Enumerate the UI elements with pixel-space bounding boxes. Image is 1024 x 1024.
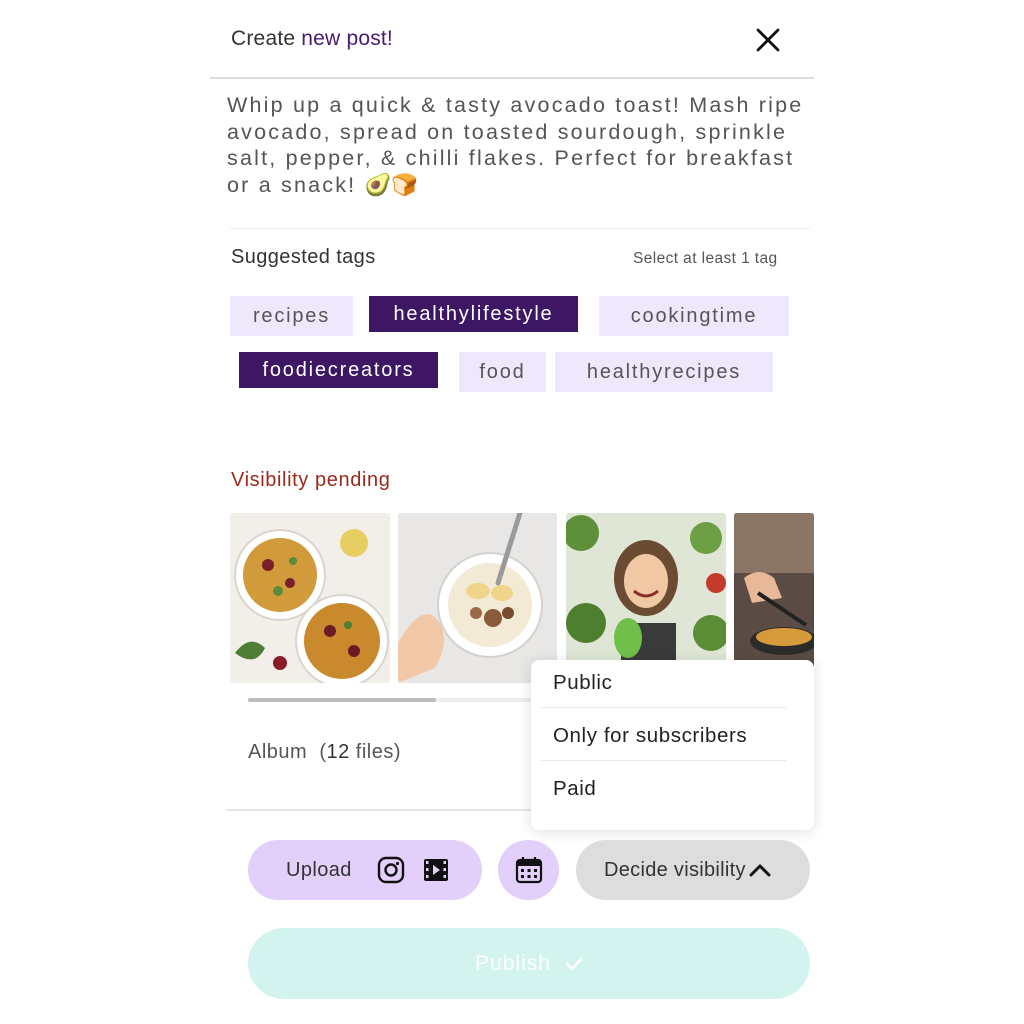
album-info: Album (12 files) — [248, 741, 401, 764]
tag-food[interactable]: food — [459, 352, 546, 392]
upload-label: Upload — [286, 858, 352, 881]
upload-button[interactable]: Upload — [248, 840, 482, 900]
visibility-option-subscribers[interactable]: Only for subscribers — [553, 724, 747, 748]
title-accent: new post! — [301, 27, 393, 50]
publish-label: Publish — [475, 951, 551, 975]
suggested-tags-label: Suggested tags — [231, 246, 376, 268]
yogurt-bowl-illustration — [398, 513, 557, 683]
album-label-text: Album — [248, 741, 308, 763]
visibility-option-paid[interactable]: Paid — [553, 777, 596, 801]
album-scrollbar-thumb[interactable] — [248, 698, 436, 702]
schedule-button[interactable] — [498, 840, 559, 900]
album-file-count: 12 — [326, 741, 350, 763]
album-image-yogurt-bowl[interactable] — [398, 513, 557, 683]
album-count-close: files) — [349, 741, 402, 763]
visibility-status: Visibility pending — [231, 469, 391, 491]
tag-recipes[interactable]: recipes — [230, 296, 353, 336]
album-image-woman-vegetables[interactable] — [566, 513, 726, 683]
woman-vegetables-illustration — [566, 513, 726, 683]
caption-text: Whip up a quick & tasty avocado toast! M… — [227, 93, 804, 197]
tag-cookingtime[interactable]: cookingtime — [599, 296, 789, 336]
check-icon — [565, 957, 583, 970]
album-image-grain-salad[interactable] — [230, 513, 390, 683]
album-count-open: ( — [319, 741, 327, 763]
tags-hint: Select at least 1 tag — [633, 250, 778, 267]
video-icon — [423, 859, 448, 881]
post-caption[interactable]: Whip up a quick & tasty avocado toast! M… — [227, 92, 807, 198]
album-image-cooking[interactable] — [734, 513, 814, 683]
caption-emojis: 🥑🍞 — [364, 172, 419, 197]
page-title: Create new post! — [231, 27, 393, 51]
chevron-up-icon — [749, 864, 771, 877]
instagram-icon — [377, 856, 404, 884]
close-button[interactable] — [754, 26, 782, 54]
publish-button[interactable]: Publish — [248, 928, 810, 999]
cooking-illustration — [734, 513, 814, 683]
close-icon — [756, 28, 780, 52]
visibility-option-public[interactable]: Public — [553, 671, 612, 695]
dropdown-divider — [541, 707, 786, 708]
tag-healthyrecipes[interactable]: healthyrecipes — [555, 352, 773, 392]
grain-salad-illustration — [230, 513, 390, 683]
visibility-dropdown: Public Only for subscribers Paid — [531, 660, 814, 830]
header-divider — [210, 77, 814, 79]
tag-foodiecreators[interactable]: foodiecreators — [239, 352, 438, 388]
decide-visibility-label: Decide visibility — [604, 858, 746, 881]
dropdown-divider — [541, 760, 786, 761]
tag-healthylifestyle[interactable]: healthylifestyle — [369, 296, 578, 332]
header: Create new post! — [210, 0, 814, 80]
calendar-icon — [515, 857, 542, 884]
caption-divider — [230, 228, 810, 229]
decide-visibility-button[interactable]: Decide visibility — [576, 840, 810, 900]
title-prefix: Create — [231, 27, 296, 50]
